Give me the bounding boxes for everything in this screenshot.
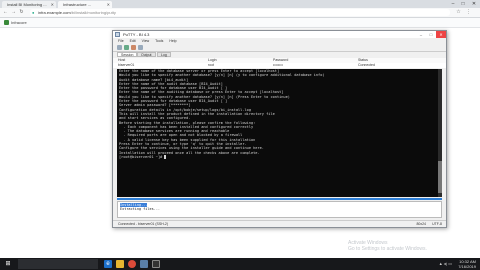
command-input[interactable]: Installing... Extracting files... [117,201,442,218]
url-host: infra.example.com [38,10,71,15]
row-host: biserver01 [118,63,135,67]
tray-icons[interactable]: ▲ ◂) ▭ [439,261,452,266]
url-path: /bi/install/monitoring/putty [70,10,116,15]
taskbar: ⊞ e ▲ ◂) ▭ 10:32 AM 7/16/2019 [0,258,480,270]
bookmarks-bar: Infracore [0,18,480,28]
status-bar: Connected - biserver01 (SSH-2) 80x24 UTF… [113,220,446,226]
status-text: Connected - biserver01 (SSH-2) [118,222,168,226]
tab-session[interactable]: Session [117,52,138,57]
menu-item-help[interactable]: Help [169,39,176,43]
browser-tab-1[interactable]: Install BI Monitoring ... ✕ [2,1,56,8]
maximize-icon[interactable]: □ [458,0,468,8]
table-row[interactable]: biserver01 root •••••••• Connected [113,63,446,68]
activation-watermark: Activate Windows Go to Settings to activ… [348,240,427,252]
menu-item-edit[interactable]: Edit [130,39,136,43]
putty-tabs: Session Output Log [113,52,446,57]
row-password: •••••••• [273,63,283,67]
pane-splitter[interactable] [117,198,442,200]
minimize-icon[interactable]: – [448,0,458,8]
terminal-output[interactable]: Enter the name of the database server or… [117,69,442,197]
encoding: UTF-8 [432,222,442,226]
browser-tab-strip: Install BI Monitoring ... ✕ Infrastructu… [0,0,480,8]
close-icon[interactable]: ✕ [107,1,110,8]
terminal-icon[interactable] [152,260,160,268]
browser-tab-1-label: Install BI Monitoring ... [7,2,47,7]
input-line: Extracting files... [120,207,161,211]
menu-item-tools[interactable]: Tools [155,39,163,43]
address-bar[interactable]: ● infra.example.com/bi/install/monitorin… [30,9,450,16]
scrollbar-thumb[interactable] [438,161,442,193]
tab-log[interactable]: Log [157,52,171,57]
reload-icon[interactable]: ↻ [18,9,25,16]
new-session-icon[interactable] [117,45,122,50]
tab-output[interactable]: Output [137,52,156,57]
connect-icon[interactable] [124,45,129,50]
menu-item-file[interactable]: File [118,39,124,43]
menu-item-view[interactable]: View [142,39,150,43]
bookmark-label: Infracore [11,20,27,25]
putty-title: PuTTY - BI 4.3 [123,32,150,37]
row-status: Connected [358,63,375,67]
row-login: root [208,63,215,67]
terminal-line: [root@biserver01 ~]# [119,154,167,159]
terminal-size: 80x24 [416,222,426,226]
bookmark-icon [4,20,9,26]
ie-icon[interactable]: e [104,260,112,268]
clock-date: 7/16/2019 [458,264,476,269]
browser-tab-2[interactable]: Infrastructure ... ✕ [58,1,112,8]
putty-title-bar[interactable]: PuTTY - BI 4.3 – □ ✕ [113,31,446,38]
maximize-icon[interactable]: □ [426,31,436,38]
putty-icon [115,32,120,37]
browser-tab-2-label: Infrastructure ... [63,2,92,7]
close-icon[interactable]: ✕ [51,1,54,8]
settings-icon[interactable] [138,45,143,50]
putty-toolbar [113,44,446,52]
bookmark-item[interactable]: Infracore [4,19,27,26]
lock-icon: ● [32,10,35,15]
minimize-icon[interactable]: – [416,31,426,38]
disconnect-icon[interactable] [131,45,136,50]
terminal-cursor [164,155,167,159]
start-icon[interactable]: ⊞ [4,260,12,268]
watermark-subtitle: Go to Settings to activate Windows. [348,246,427,252]
taskbar-search[interactable] [18,259,98,269]
putty-window: PuTTY - BI 4.3 – □ ✕ File Edit View Tool… [112,30,447,228]
browser-toolbar: ← → ↻ ● infra.example.com/bi/install/mon… [0,8,480,18]
star-icon[interactable]: ☆ [455,9,462,16]
terminal-scrollbar[interactable] [438,69,442,197]
close-window-icon[interactable]: ✕ [469,0,479,8]
menu-icon[interactable]: ⋮ [465,9,472,16]
clock[interactable]: 10:32 AM 7/16/2019 [458,259,476,269]
back-icon[interactable]: ← [2,9,9,16]
putty-icon[interactable] [140,260,148,268]
forward-icon[interactable]: → [10,9,17,16]
chrome-icon[interactable] [128,260,136,268]
close-icon[interactable]: ✕ [436,31,446,38]
folder-icon[interactable] [116,260,124,268]
